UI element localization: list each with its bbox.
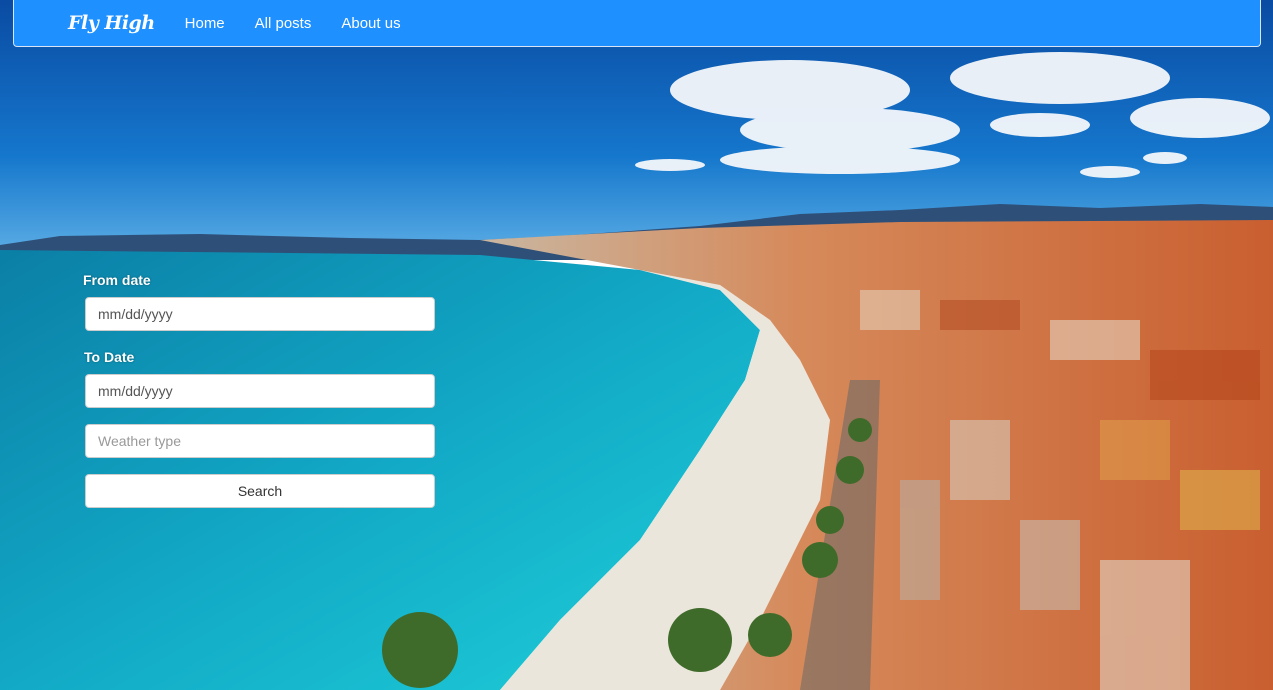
page: Fly High Home All posts About us From da… bbox=[0, 0, 1273, 690]
nav-link-all-posts[interactable]: All posts bbox=[255, 15, 312, 32]
nav-link-about-us[interactable]: About us bbox=[341, 15, 400, 32]
from-date-label: From date bbox=[83, 272, 151, 288]
weather-type-input[interactable]: Weather type bbox=[85, 424, 435, 458]
search-form: From date mm/dd/yyyy To Date mm/dd/yyyy … bbox=[83, 272, 435, 508]
from-date-input[interactable]: mm/dd/yyyy bbox=[85, 297, 435, 331]
brand-logo[interactable]: Fly High bbox=[68, 12, 155, 34]
top-navbar: Fly High Home All posts About us bbox=[13, 0, 1261, 47]
nav-link-home[interactable]: Home bbox=[185, 15, 225, 32]
search-button[interactable]: Search bbox=[85, 474, 435, 508]
to-date-input[interactable]: mm/dd/yyyy bbox=[85, 374, 435, 408]
to-date-label: To Date bbox=[84, 349, 135, 365]
